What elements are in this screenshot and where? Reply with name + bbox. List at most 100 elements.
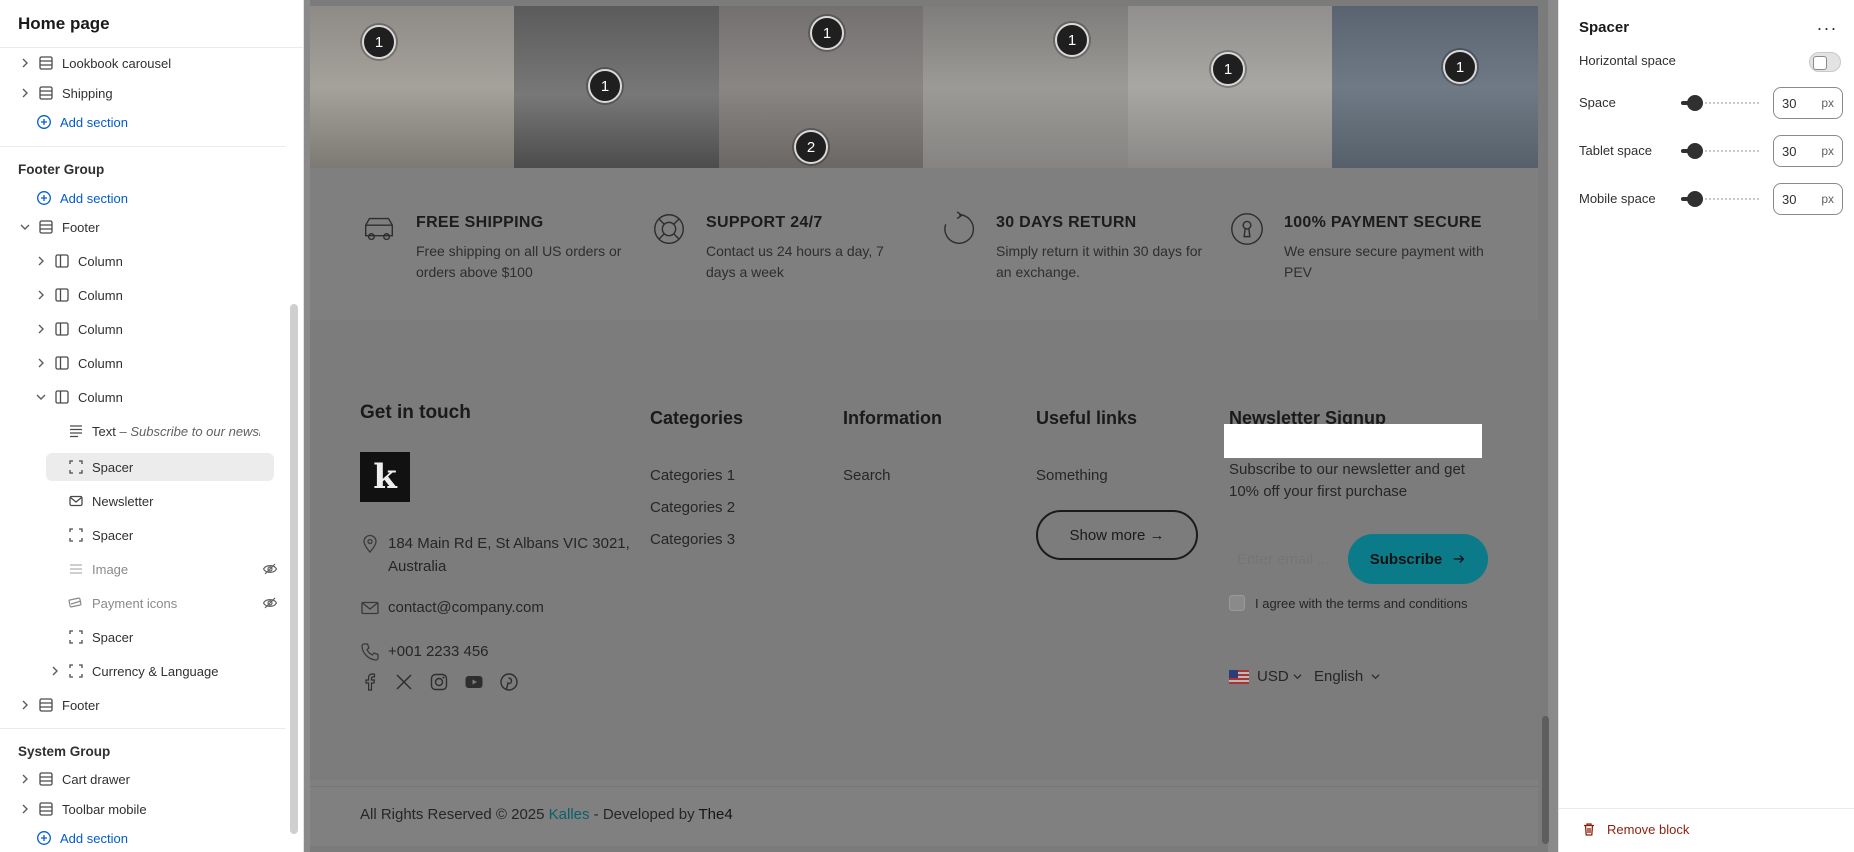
divider bbox=[0, 728, 286, 729]
youtube-icon[interactable] bbox=[464, 672, 484, 692]
tree-item-spacer[interactable]: Spacer bbox=[0, 521, 286, 549]
tree-item-column[interactable]: Column bbox=[0, 349, 286, 377]
contact-phone[interactable]: +001 2233 456 bbox=[360, 640, 489, 663]
feature-title: SUPPORT 24/7 bbox=[706, 214, 823, 231]
chevron-right-icon[interactable] bbox=[34, 288, 48, 302]
x-twitter-icon[interactable] bbox=[394, 672, 414, 692]
email-link[interactable]: contact@company.com bbox=[388, 596, 544, 619]
feature-title: 30 DAYS RETURN bbox=[996, 214, 1137, 231]
tree-item-cart-drawer[interactable]: Cart drawer bbox=[0, 765, 286, 793]
lookbook-hotspot[interactable]: 1 bbox=[810, 16, 844, 50]
panel-title: Spacer bbox=[1579, 19, 1630, 36]
feature-title: FREE SHIPPING bbox=[416, 214, 544, 231]
footer-link[interactable]: Categories 3 bbox=[650, 531, 735, 548]
lookbook-hotspot[interactable]: 1 bbox=[1211, 52, 1245, 86]
remove-block-button[interactable]: Remove block bbox=[1581, 821, 1689, 837]
terms-label: I agree with the terms and conditions bbox=[1255, 596, 1468, 611]
tree-item-newsletter[interactable]: Newsletter bbox=[0, 487, 286, 515]
lookbook-hotspot[interactable]: 1 bbox=[1055, 23, 1089, 57]
slider-thumb[interactable] bbox=[1687, 191, 1704, 207]
lookbook-hotspot[interactable]: 1 bbox=[588, 69, 622, 103]
space-slider[interactable] bbox=[1681, 94, 1761, 112]
footer-link[interactable]: Categories 1 bbox=[650, 467, 735, 484]
eye-off-icon[interactable] bbox=[262, 595, 278, 611]
chevron-right-icon[interactable] bbox=[34, 254, 48, 268]
address-text: 184 Main Rd E, St Albans VIC 3021, Austr… bbox=[388, 535, 630, 575]
tree-item-label: Spacer bbox=[92, 527, 134, 543]
tree-item-footer-2[interactable]: Footer bbox=[0, 691, 286, 719]
footer-link[interactable]: Categories 2 bbox=[650, 499, 735, 516]
add-section-label: Add section bbox=[60, 114, 128, 130]
mobile-space-input[interactable]: 30 px bbox=[1773, 183, 1843, 215]
chevron-right-icon[interactable] bbox=[34, 322, 48, 336]
tree-item-footer[interactable]: Footer bbox=[0, 213, 286, 241]
preview-scrollbar[interactable] bbox=[1542, 716, 1549, 844]
brand-link[interactable]: Kalles bbox=[549, 806, 590, 823]
chevron-down-icon[interactable] bbox=[34, 390, 48, 404]
lookbook-photo bbox=[310, 6, 514, 168]
tree-item-label: Text bbox=[92, 423, 116, 439]
image-icon bbox=[68, 561, 84, 577]
lookbook-hotspot[interactable]: 1 bbox=[362, 25, 396, 59]
space-input[interactable]: 30 px bbox=[1773, 87, 1843, 119]
tree-item-label: Footer bbox=[62, 697, 100, 713]
chevron-right-icon[interactable] bbox=[48, 664, 62, 678]
tablet-space-slider[interactable] bbox=[1681, 142, 1761, 160]
slider-thumb[interactable] bbox=[1687, 143, 1704, 159]
chevron-right-icon[interactable] bbox=[18, 802, 32, 816]
footer-link[interactable]: Something bbox=[1036, 467, 1108, 484]
tablet-space-input[interactable]: 30 px bbox=[1773, 135, 1843, 167]
tree-item-currency-language[interactable]: Currency & Language bbox=[0, 657, 286, 685]
add-section-button[interactable]: Add section bbox=[0, 108, 286, 136]
add-section-button[interactable]: Add section bbox=[0, 184, 286, 212]
tree-item-column[interactable]: Column bbox=[0, 247, 286, 275]
plus-circle-icon bbox=[36, 114, 52, 130]
tree-item-label: Lookbook carousel bbox=[62, 55, 172, 71]
facebook-icon[interactable] bbox=[360, 672, 380, 692]
add-section-button[interactable]: Add section bbox=[0, 824, 286, 852]
language-selector[interactable]: English bbox=[1314, 668, 1380, 685]
instagram-icon[interactable] bbox=[429, 672, 449, 692]
tree-item-column[interactable]: Column bbox=[0, 281, 286, 309]
tree-item-image-hidden[interactable]: Image bbox=[0, 555, 286, 583]
contact-email[interactable]: contact@company.com bbox=[360, 596, 544, 619]
sidebar-scrollbar[interactable] bbox=[290, 304, 298, 834]
chevron-right-icon[interactable] bbox=[18, 698, 32, 712]
tree-item-label: Column bbox=[78, 355, 123, 371]
chevron-down-icon[interactable] bbox=[18, 220, 32, 234]
tree-item-column[interactable]: Column bbox=[0, 315, 286, 343]
unit-label: px bbox=[1821, 96, 1834, 110]
lookbook-hotspot[interactable]: 1 bbox=[1443, 50, 1477, 84]
tree-item-payment-icons-hidden[interactable]: Payment icons bbox=[0, 589, 286, 617]
horizontal-space-toggle[interactable] bbox=[1809, 52, 1841, 72]
chevron-right-icon[interactable] bbox=[34, 356, 48, 370]
subscribe-button[interactable]: Subscribe bbox=[1348, 534, 1488, 584]
tree-item-text-block[interactable]: Text – Subscribe to our newsl... bbox=[0, 417, 286, 445]
tree-item-dash: – bbox=[115, 423, 131, 439]
tree-item-spacer[interactable]: Spacer bbox=[0, 623, 286, 651]
lookbook-hotspot[interactable]: 2 bbox=[794, 130, 828, 164]
chevron-right-icon[interactable] bbox=[18, 56, 32, 70]
terms-checkbox[interactable] bbox=[1229, 595, 1245, 611]
tree-item-lookbook-carousel[interactable]: Lookbook carousel bbox=[0, 49, 286, 77]
information-heading: Information bbox=[843, 408, 942, 428]
phone-link[interactable]: +001 2233 456 bbox=[388, 640, 489, 663]
keyhole-icon bbox=[1228, 210, 1266, 248]
newsletter-email-input[interactable] bbox=[1229, 536, 1353, 582]
pinterest-icon[interactable] bbox=[499, 672, 519, 692]
currency-selector[interactable]: USD bbox=[1229, 668, 1302, 685]
mobile-space-slider[interactable] bbox=[1681, 190, 1761, 208]
chevron-right-icon[interactable] bbox=[18, 86, 32, 100]
slider-thumb[interactable] bbox=[1687, 95, 1704, 111]
store-logo[interactable]: k bbox=[360, 452, 410, 502]
chevron-right-icon[interactable] bbox=[18, 772, 32, 786]
tree-item-column-expanded[interactable]: Column bbox=[0, 383, 286, 411]
tree-item-spacer-selected[interactable]: Spacer bbox=[0, 453, 286, 481]
more-options-icon[interactable]: ··· bbox=[1817, 18, 1837, 38]
tree-item-toolbar-mobile[interactable]: Toolbar mobile bbox=[0, 795, 286, 823]
tree-item-shipping[interactable]: Shipping bbox=[0, 79, 286, 107]
footer-link[interactable]: Search bbox=[843, 467, 891, 484]
show-more-button[interactable]: Show more → bbox=[1036, 510, 1198, 560]
eye-off-icon[interactable] bbox=[262, 561, 278, 577]
developer-link[interactable]: The4 bbox=[698, 806, 732, 823]
